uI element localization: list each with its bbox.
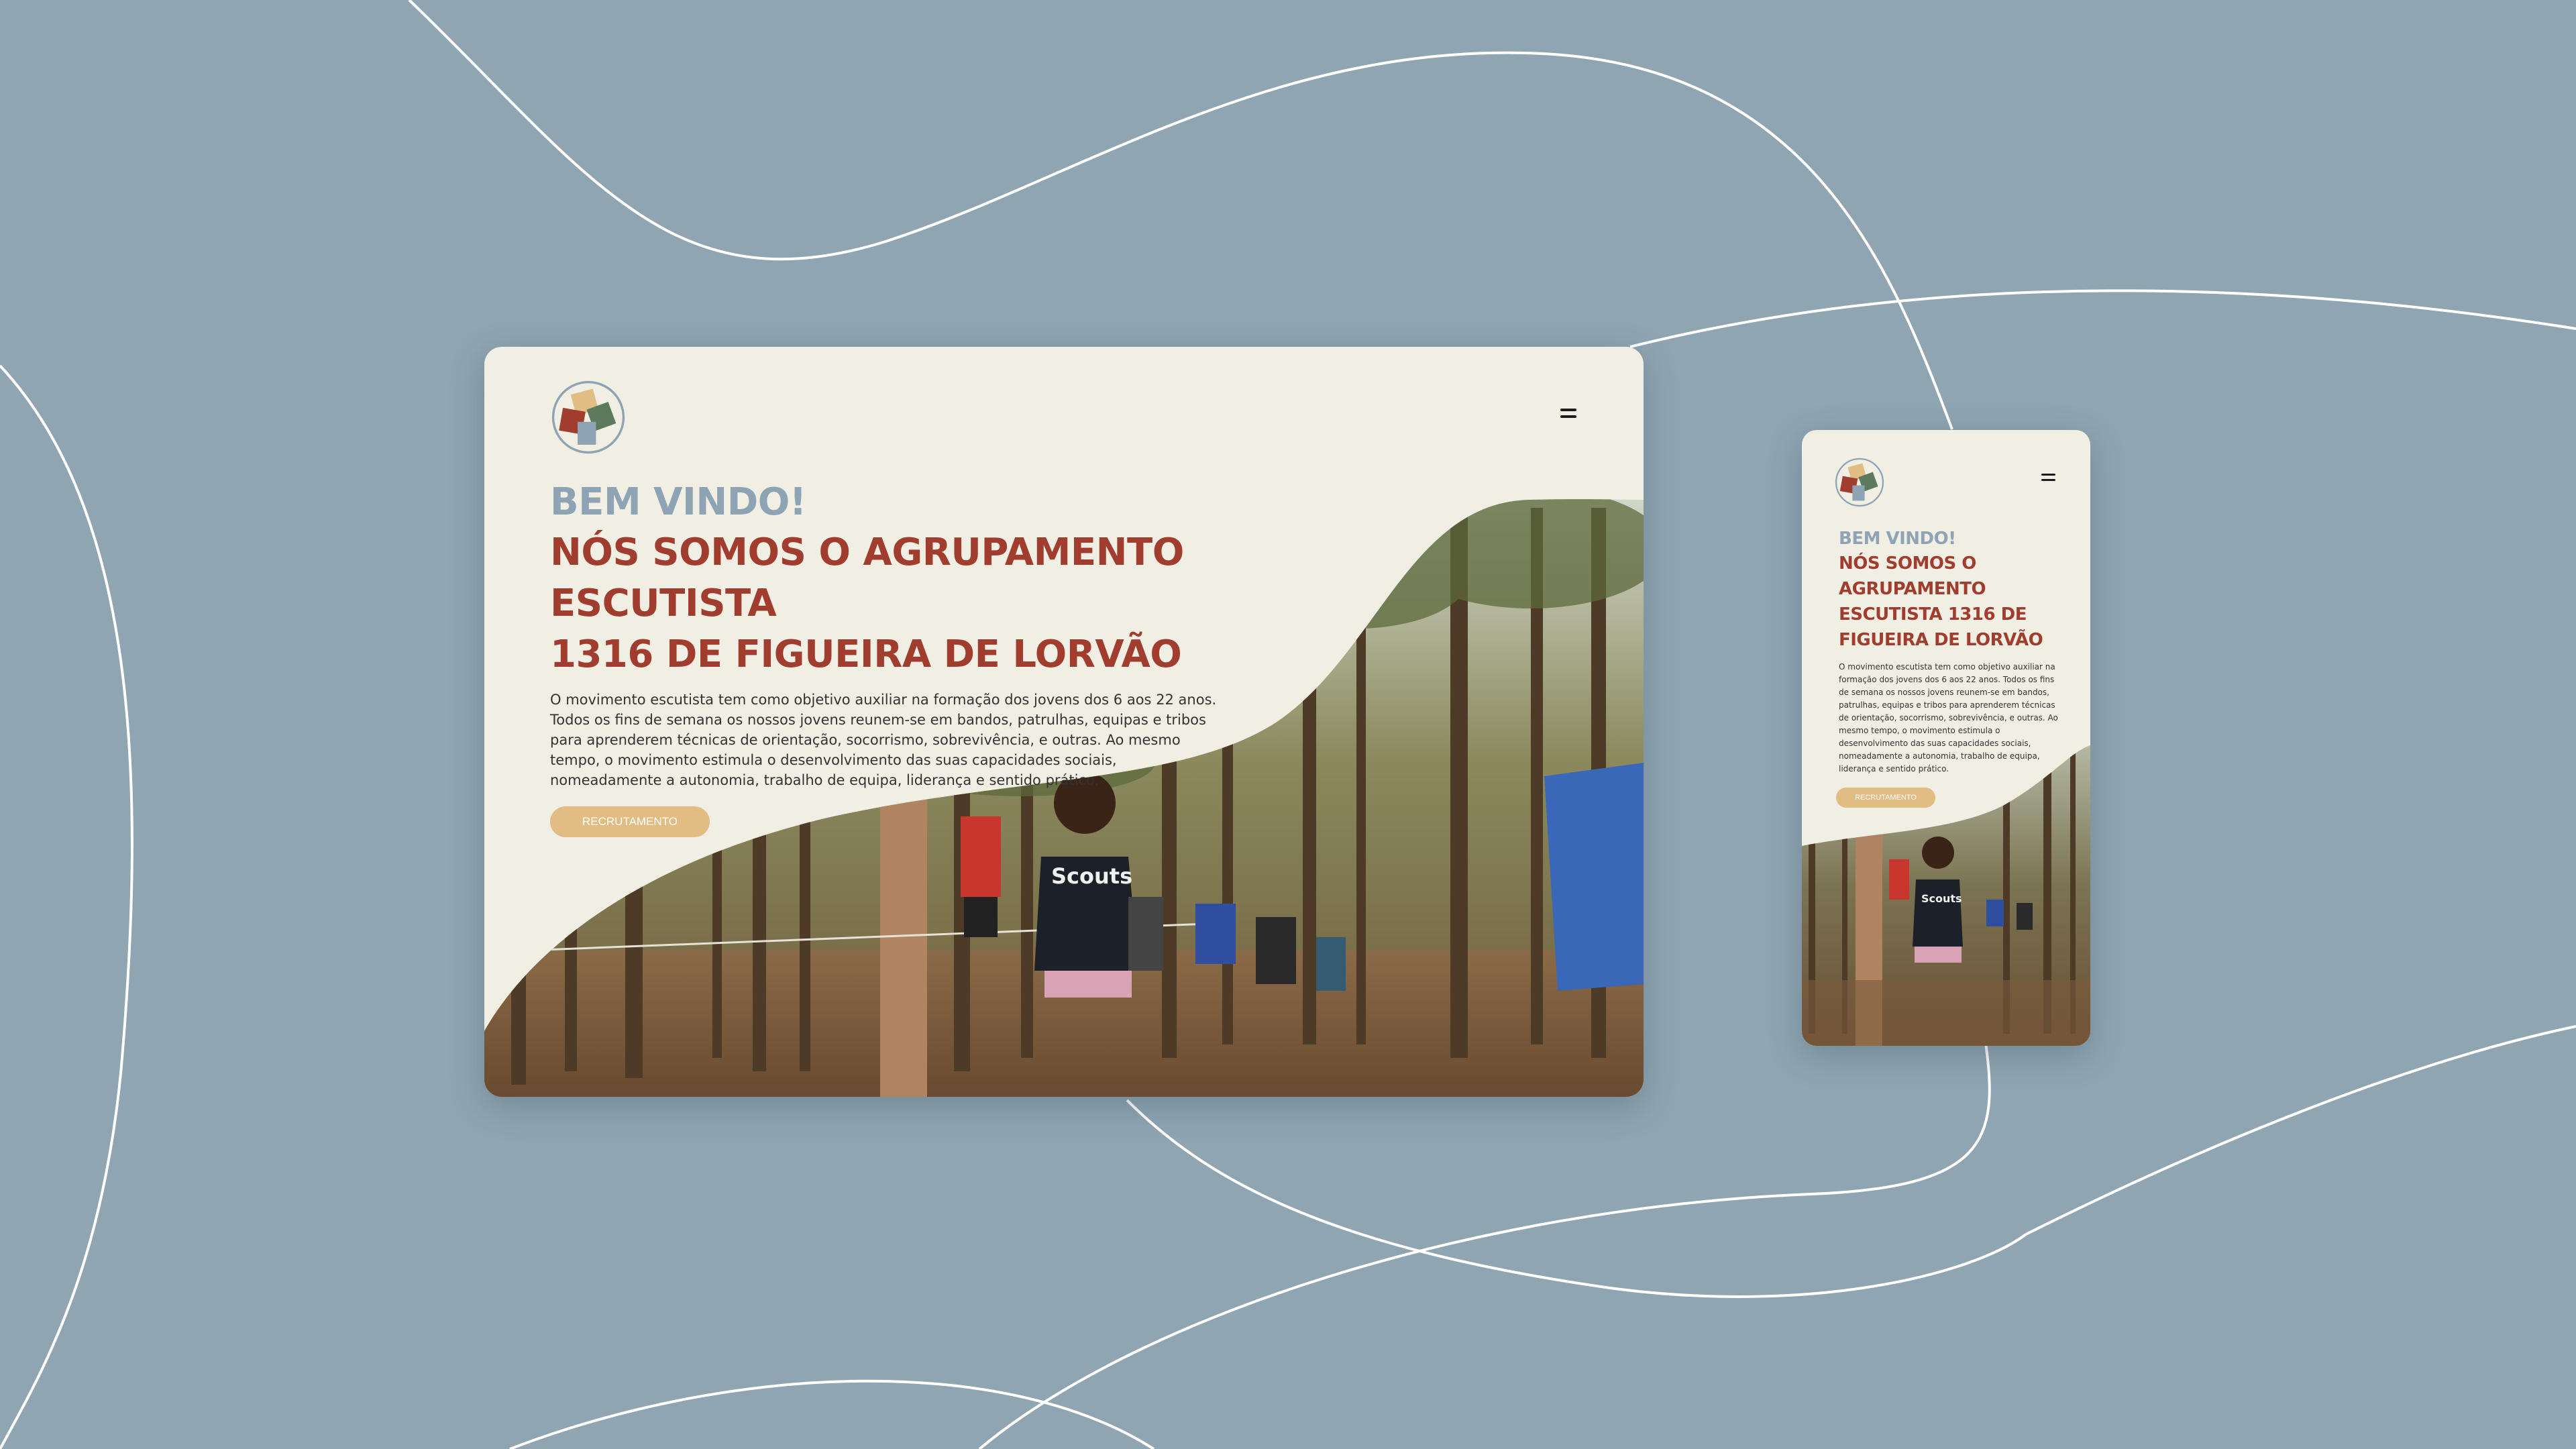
hamburger-menu-icon[interactable] [1560,409,1576,422]
shirt-text: Scouts [1051,863,1132,889]
recruitment-button[interactable]: RECRUTAMENTO [1836,788,1935,808]
title-line-1: NÓS SOMOS O [1839,553,1976,574]
page-title: NÓS SOMOS O AGRUPAMENTO ESCUTISTA 1316 D… [550,527,1254,680]
hamburger-menu-icon[interactable] [2041,474,2055,484]
page-title: NÓS SOMOS O AGRUPAMENTO ESCUTISTA 1316 D… [1839,551,2067,653]
mobile-mockup: Scouts BEM VINDO! NÓS SOMOS O AGRUPAMENT… [1802,430,2090,1046]
title-line-3: ESCUTISTA 1316 DE [1839,604,2027,625]
title-line-4: FIGUEIRA DE LORVÃO [1839,630,2043,650]
scout-logo-icon [1835,458,1884,507]
scout-logo-icon [551,380,625,454]
title-line-2: 1316 DE FIGUEIRA DE LORVÃO [550,633,1182,676]
intro-paragraph: O movimento escutista tem como objetivo … [1839,662,2058,773]
welcome-heading: BEM VINDO! [1839,529,1956,549]
welcome-heading: BEM VINDO! [550,480,806,524]
hero-content: BEM VINDO! NÓS SOMOS O AGRUPAMENTO ESCUT… [550,478,1254,837]
title-line-1: NÓS SOMOS O AGRUPAMENTO ESCUTISTA [550,531,1184,625]
desktop-mockup: Scouts BEM VINDO! NÓS SOMOS O AGRUPAMENT… [484,347,1644,1097]
recruitment-button[interactable]: RECRUTAMENTO [550,806,710,837]
shirt-text: Scouts [1921,892,1962,905]
title-line-2: AGRUPAMENTO [1839,579,1986,599]
intro-paragraph: O movimento escutista tem como objetivo … [550,692,1217,788]
hero-content: BEM VINDO! NÓS SOMOS O AGRUPAMENTO ESCUT… [1836,527,2067,808]
